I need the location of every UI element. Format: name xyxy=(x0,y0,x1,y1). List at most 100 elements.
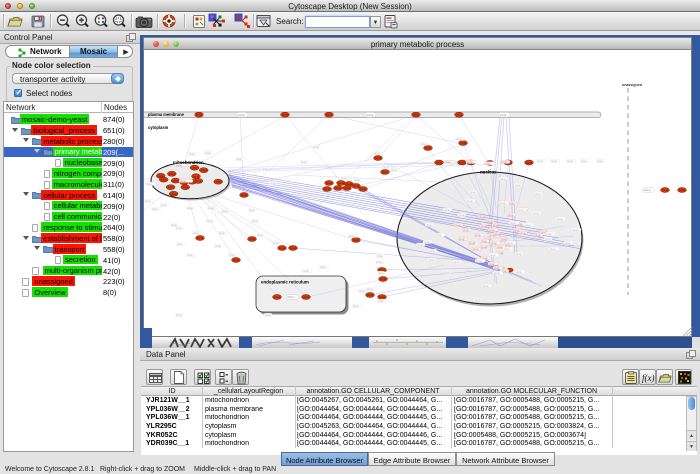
svg-text:(tr.a): (tr.a) xyxy=(481,239,486,243)
svg-text:(tr.a): (tr.a) xyxy=(187,253,192,257)
svg-text:(tr.a): (tr.a) xyxy=(483,284,488,288)
svg-text:(nn.a): (nn.a) xyxy=(193,176,199,178)
svg-text:(tr.a): (tr.a) xyxy=(525,223,530,227)
svg-text:(tr.a): (tr.a) xyxy=(473,247,478,251)
svg-text:(tr.a): (tr.a) xyxy=(367,287,372,291)
svg-text:(tr.a): (tr.a) xyxy=(467,160,472,164)
svg-text:(tr.a): (tr.a) xyxy=(467,199,472,203)
svg-text:(tr.a): (tr.a) xyxy=(476,259,481,263)
svg-text:(tr.a): (tr.a) xyxy=(320,265,325,269)
svg-text:(nn.a): (nn.a) xyxy=(196,115,202,117)
svg-text:(tr.a): (tr.a) xyxy=(507,241,512,245)
svg-text:(nn.a): (nn.a) xyxy=(353,240,359,242)
svg-text:(tr.a): (tr.a) xyxy=(514,228,519,232)
svg-text:(tr.a): (tr.a) xyxy=(470,190,475,194)
svg-text:(tr.a): (tr.a) xyxy=(359,289,364,293)
svg-text:(tra.a): (tra.a) xyxy=(500,113,507,117)
svg-text:(tr.a): (tr.a) xyxy=(516,270,521,274)
svg-text:(tr.a): (tr.a) xyxy=(489,228,494,232)
svg-text:(tr.a): (tr.a) xyxy=(378,271,383,275)
svg-text:(tr.a): (tr.a) xyxy=(152,207,157,211)
svg-text:(tr.a): (tr.a) xyxy=(301,160,306,164)
svg-text:(tr.a): (tr.a) xyxy=(510,221,515,225)
svg-text:(tr.a): (tr.a) xyxy=(354,178,359,182)
svg-text:(nn.a): (nn.a) xyxy=(274,297,280,299)
svg-text:(tr.a): (tr.a) xyxy=(546,232,551,236)
svg-text:f(x): f(x) xyxy=(642,373,655,383)
svg-text:(tra.a): (tra.a) xyxy=(238,113,245,117)
svg-text:(nn.a): (nn.a) xyxy=(662,190,668,192)
svg-text:(nn.a): (nn.a) xyxy=(201,170,207,172)
svg-text:(nn.a): (nn.a) xyxy=(192,168,198,170)
svg-text:(tr.a): (tr.a) xyxy=(353,304,358,308)
svg-text:(tr.a): (tr.a) xyxy=(207,219,212,223)
svg-text:(tr.a): (tr.a) xyxy=(303,269,308,273)
svg-text:(nn.a): (nn.a) xyxy=(326,183,332,185)
svg-text:(tr.a): (tr.a) xyxy=(187,206,192,210)
svg-text:(tr.a): (tr.a) xyxy=(341,176,346,180)
svg-text:(tr.a): (tr.a) xyxy=(421,142,426,146)
svg-text:(nn.a): (nn.a) xyxy=(249,239,255,241)
svg-text:(tr.a): (tr.a) xyxy=(429,249,434,253)
svg-text:(tr.a): (tr.a) xyxy=(145,199,150,203)
svg-text:(tr.a): (tr.a) xyxy=(515,183,520,187)
svg-text:(tr.a): (tr.a) xyxy=(429,258,434,262)
svg-text:(nn.a): (nn.a) xyxy=(326,115,332,117)
svg-text:(tr.a): (tr.a) xyxy=(189,152,194,156)
svg-text:(tr.a): (tr.a) xyxy=(444,270,449,274)
svg-text:(tr.a): (tr.a) xyxy=(494,271,499,275)
svg-text:(tr.a): (tr.a) xyxy=(454,260,459,264)
svg-text:(tr.a): (tr.a) xyxy=(313,145,318,149)
svg-text:(nn.a): (nn.a) xyxy=(425,148,431,150)
svg-text:(tr.a): (tr.a) xyxy=(215,244,220,248)
svg-text:(tr.a): (tr.a) xyxy=(490,253,495,257)
svg-text:(wa.s): (wa.s) xyxy=(644,188,651,192)
svg-text:(tr.a): (tr.a) xyxy=(475,298,480,302)
svg-text:(tr.a): (tr.a) xyxy=(494,266,499,270)
svg-text:(tr.a): (tr.a) xyxy=(444,208,449,212)
svg-text:(tr.a): (tr.a) xyxy=(567,159,572,163)
svg-text:(tr.a): (tr.a) xyxy=(391,168,396,172)
svg-text:endoplasmic reticulum: endoplasmic reticulum xyxy=(261,280,309,285)
svg-text:(tr.a): (tr.a) xyxy=(493,223,498,227)
svg-text:(tr.a): (tr.a) xyxy=(176,313,181,317)
svg-text:unassigned: unassigned xyxy=(622,83,642,87)
svg-text:(tr.a): (tr.a) xyxy=(487,219,492,223)
svg-text:(nn.a): (nn.a) xyxy=(195,181,201,183)
svg-text:(nn.a): (nn.a) xyxy=(169,174,175,176)
svg-text:(nn.a): (nn.a) xyxy=(324,189,330,191)
svg-text:(tr.a): (tr.a) xyxy=(262,167,267,171)
svg-text:nucleus: nucleus xyxy=(480,170,497,175)
svg-text:(tr.a): (tr.a) xyxy=(481,224,486,228)
svg-text:(tr.a): (tr.a) xyxy=(383,165,388,169)
svg-text:(tr.a): (tr.a) xyxy=(597,159,602,163)
svg-text:(tr.a): (tr.a) xyxy=(374,151,379,155)
svg-text:(tr.a): (tr.a) xyxy=(551,159,556,163)
svg-text:(tr.a): (tr.a) xyxy=(146,182,151,186)
svg-text:(tr.a): (tr.a) xyxy=(537,159,542,163)
svg-text:(tr.a): (tr.a) xyxy=(500,201,505,205)
svg-text:(tr.a): (tr.a) xyxy=(349,234,354,238)
svg-text:(nn.a): (nn.a) xyxy=(279,248,285,250)
svg-text:(tr.a): (tr.a) xyxy=(270,181,275,185)
svg-text:(nn.a): (nn.a) xyxy=(290,248,296,250)
svg-text:(nn.a): (nn.a) xyxy=(679,190,685,192)
svg-text:(nn.a): (nn.a) xyxy=(460,143,466,145)
svg-text:(tr.a): (tr.a) xyxy=(378,299,383,303)
svg-text:(tr.a): (tr.a) xyxy=(518,208,523,212)
svg-text:(tr.a): (tr.a) xyxy=(535,192,540,196)
svg-text:plasma membrane: plasma membrane xyxy=(148,112,185,117)
svg-text:(tr.a): (tr.a) xyxy=(208,206,213,210)
svg-text:(nn.a): (nn.a) xyxy=(161,180,167,182)
svg-text:(nn.a): (nn.a) xyxy=(380,279,386,281)
svg-text:(tr.a): (tr.a) xyxy=(481,245,486,249)
svg-text:mitochondrion: mitochondrion xyxy=(173,160,204,165)
svg-text:(tr.a): (tr.a) xyxy=(516,252,521,256)
svg-text:(tr.a): (tr.a) xyxy=(533,211,538,215)
svg-text:(tr.a): (tr.a) xyxy=(463,228,468,232)
svg-text:(tr.a): (tr.a) xyxy=(273,241,278,245)
svg-text:(tr.a): (tr.a) xyxy=(501,237,506,241)
svg-text:(tr.a): (tr.a) xyxy=(193,231,198,235)
svg-text:(tr.a): (tr.a) xyxy=(236,157,241,161)
svg-text:(tr.a): (tr.a) xyxy=(545,237,550,241)
